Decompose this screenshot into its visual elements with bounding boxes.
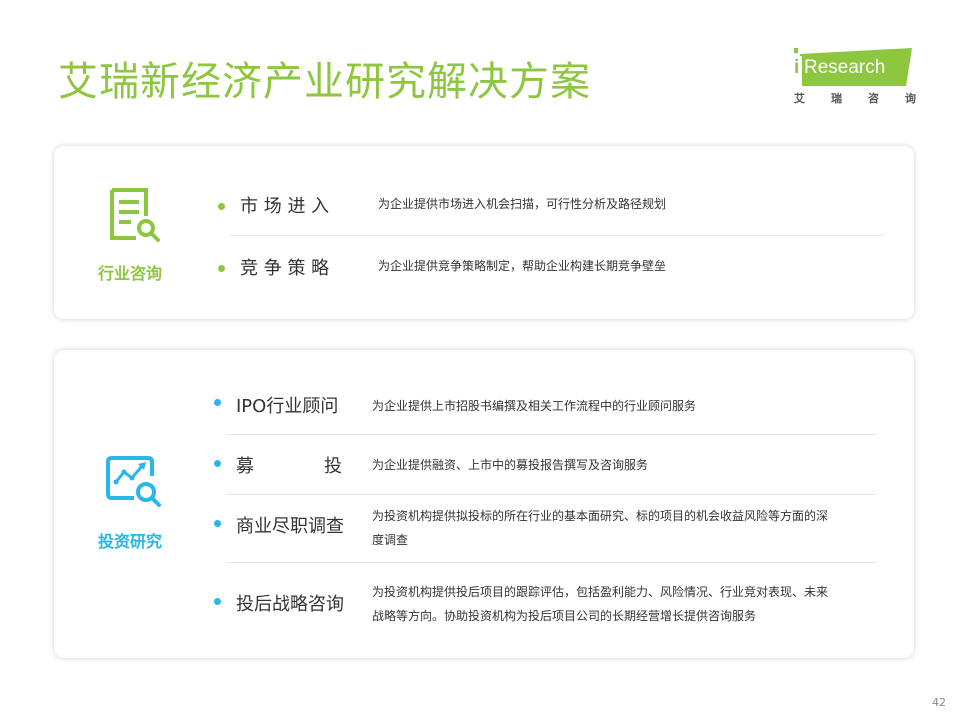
service-name-fundraising-right: 投 xyxy=(324,456,342,477)
service-desc-market-entry: 为企业提供市场进入机会扫描，可行性分析及路径规划 xyxy=(378,197,667,211)
service-name-fundraising-left: 募 xyxy=(236,456,254,477)
investment-research-card: 投资研究 IPO行业顾问 为企业提供上市招股书编撰及相关工作流程中的行业顾问服务… xyxy=(54,350,914,658)
bullet-dot xyxy=(214,399,221,406)
service-desc-due-diligence-line1: 为投资机构提供拟投标的所在行业的基本面研究、标的项目的机会收益风险等方面的深 xyxy=(372,509,829,523)
bullet-dot xyxy=(218,203,225,210)
logo-chinese-name: 艾 瑞 咨 询 xyxy=(794,92,916,105)
service-desc-post-investment-line1: 为投资机构提供投后项目的跟踪评估，包括盈利能力、风险情况、行业竞对表现、未来 xyxy=(372,585,829,599)
category-label-investment-research: 投资研究 xyxy=(98,532,163,551)
bullet-dot xyxy=(214,598,221,605)
row-divider xyxy=(230,235,884,236)
logo-text: Research xyxy=(804,57,886,78)
category-label-industry-consulting: 行业咨询 xyxy=(98,264,163,283)
investment-analysis-icon xyxy=(106,456,161,507)
service-name-due-diligence: 商业尽职调查 xyxy=(236,516,344,537)
service-desc-post-investment-line2: 战略等方向。协助投资机构为投后项目公司的长期经营增长提供咨询服务 xyxy=(372,609,757,623)
bullet-dot xyxy=(218,265,225,272)
service-name-post-investment-strategy: 投后战略咨询 xyxy=(236,594,344,615)
service-desc-competitive-strategy: 为企业提供竞争策略制定，帮助企业构建长期竞争壁垒 xyxy=(378,259,667,273)
service-desc-fundraising: 为企业提供融资、上市中的募投报告撰写及咨询服务 xyxy=(372,458,649,472)
page-number: 42 xyxy=(932,696,946,709)
row-divider xyxy=(226,494,876,495)
document-search-icon xyxy=(110,188,160,242)
bullet-dot xyxy=(214,520,221,527)
service-name-market-entry: 市 场 进 入 xyxy=(240,196,330,217)
service-desc-due-diligence-line2: 度调查 xyxy=(372,533,409,547)
logo-i: i xyxy=(794,57,800,78)
page-title: 艾瑞新经济产业研究解决方案 xyxy=(58,59,591,105)
bullet-dot xyxy=(214,460,221,467)
row-divider xyxy=(226,434,876,435)
row-divider xyxy=(226,562,876,563)
iresearch-logo: i Research 艾 瑞 咨 询 xyxy=(790,48,916,114)
service-name-ipo-advisor: IPO行业顾问 xyxy=(236,396,339,417)
industry-consulting-card: 行业咨询 市 场 进 入 为企业提供市场进入机会扫描，可行性分析及路径规划 竞 … xyxy=(54,146,914,319)
service-name-competitive-strategy: 竞 争 策 略 xyxy=(240,258,330,279)
service-desc-ipo-advisor: 为企业提供上市招股书编撰及相关工作流程中的行业顾问服务 xyxy=(372,399,697,413)
